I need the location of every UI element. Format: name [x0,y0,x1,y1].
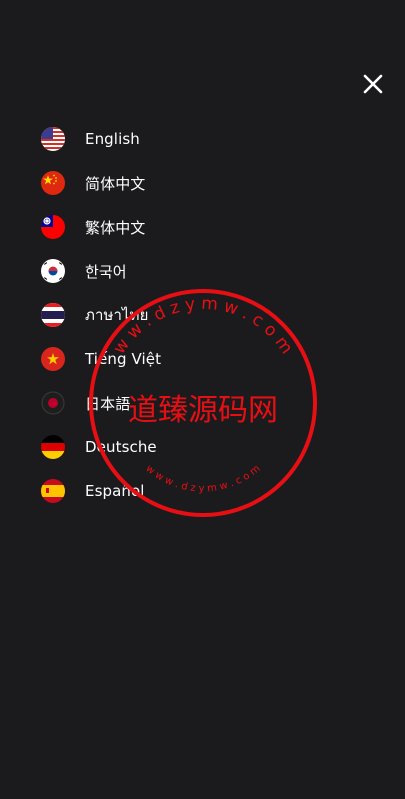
language-item-korean[interactable]: 한국어 [0,249,405,293]
kr-flag-icon [41,259,65,283]
language-label: English [85,130,140,148]
tw-flag-icon [41,215,65,239]
language-label: 简体中文 [85,174,146,193]
language-label: 日本語 [85,394,131,413]
cn-flag-icon [41,171,65,195]
de-flag-icon [41,435,65,459]
language-item-thai[interactable]: ภาษาไทย [0,293,405,337]
close-icon [363,74,383,94]
language-label: Deutsche [85,438,157,456]
language-item-japanese[interactable]: 日本語 [0,381,405,425]
language-item-german[interactable]: Deutsche [0,425,405,469]
language-item-spanish[interactable]: Español [0,469,405,513]
th-flag-icon [41,303,65,327]
language-label: Español [85,482,145,500]
close-button[interactable] [360,71,386,97]
es-flag-icon [41,479,65,503]
language-label: Tiếng Việt [85,350,162,368]
language-list: English 简体中文 繁体中文 한국어 ภาษาไทย Tiếng Việt… [0,117,405,513]
language-item-vietnamese[interactable]: Tiếng Việt [0,337,405,381]
language-item-traditional-chinese[interactable]: 繁体中文 [0,205,405,249]
language-item-english[interactable]: English [0,117,405,161]
us-flag-icon [41,127,65,151]
language-item-simplified-chinese[interactable]: 简体中文 [0,161,405,205]
vn-flag-icon [41,347,65,371]
language-label: ภาษาไทย [85,306,149,324]
language-label: 繁体中文 [85,218,146,237]
jp-flag-icon [41,391,65,415]
language-label: 한국어 [85,262,127,281]
